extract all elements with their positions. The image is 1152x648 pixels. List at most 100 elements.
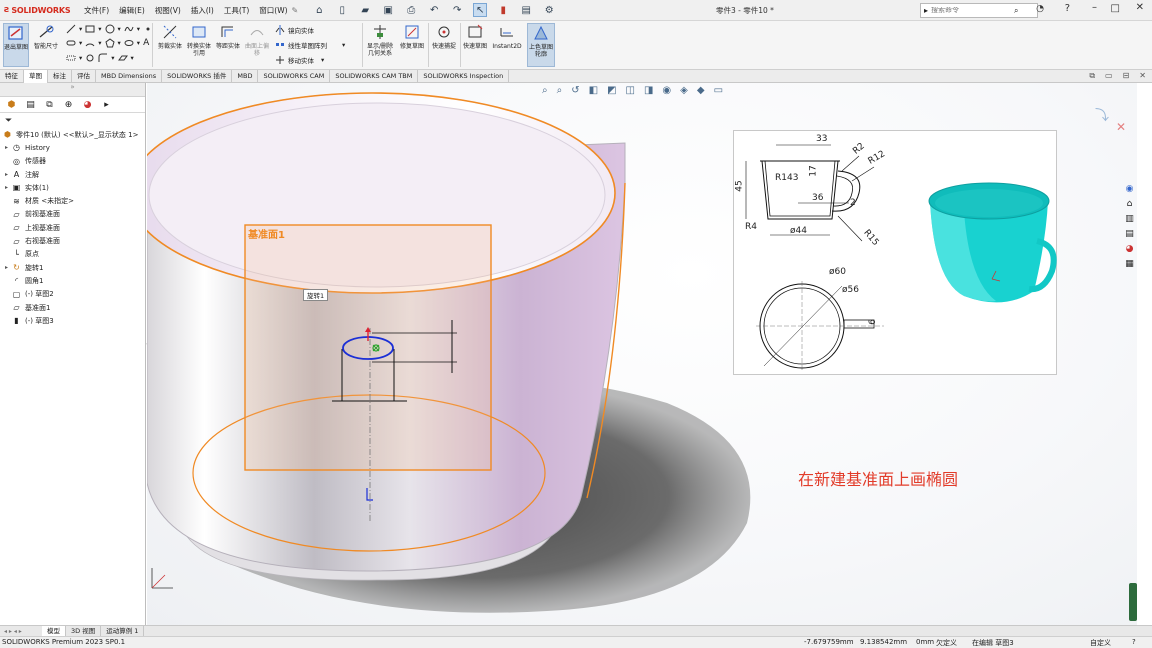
tab-motion-study[interactable]: 运动算例 1 <box>101 625 145 637</box>
tab-evaluate[interactable]: 评估 <box>72 70 96 83</box>
tab-mbd-dimensions[interactable]: MBD Dimensions <box>96 70 163 83</box>
close-doc-icon[interactable]: ✕ <box>1139 71 1146 81</box>
configuration-tab-icon[interactable]: ⧉ <box>43 98 56 111</box>
tree-root[interactable]: ⬢ 零件10 (默认) <<默认>_显示状态 1> <box>2 128 145 141</box>
help-icon[interactable]: ? <box>1132 638 1136 646</box>
move-entities-button[interactable]: 移动实体 ▾ <box>275 55 324 65</box>
tree-item-plane1[interactable]: ▱ 基准面1 <box>2 301 145 314</box>
menu-window[interactable]: 窗口(W) <box>259 5 287 16</box>
appearances-icon[interactable]: ◕ <box>1124 243 1136 255</box>
more-tabs-icon[interactable]: ▸ <box>100 98 113 111</box>
arc-tools[interactable]: ▾ ▾ ▾ ▾ A <box>66 38 149 48</box>
tree-item-sensors[interactable]: ◎ 传感器 <box>2 155 145 168</box>
status-units[interactable]: 自定义 <box>1090 638 1111 648</box>
minimize-icon[interactable]: – <box>1092 2 1097 13</box>
shaded-sketch-contours-button[interactable]: 上色草图轮廓 <box>527 23 555 67</box>
tab-features[interactable]: 特征 <box>0 70 24 83</box>
restore-doc-icon[interactable]: ⧉ <box>1089 71 1095 81</box>
user-icon[interactable]: ◔ <box>1036 4 1044 14</box>
property-manager-tab-icon[interactable]: ▤ <box>24 98 37 111</box>
tree-item-right-plane[interactable]: ▱ 右视基准面 <box>2 234 145 247</box>
solidworks-logo[interactable]: ƨ SOLIDWORKS <box>0 5 76 15</box>
menu-file[interactable]: 文件(F) <box>84 5 109 16</box>
redo-icon[interactable]: ↷ <box>450 3 464 17</box>
plane1-label[interactable]: 基准面1 <box>248 226 285 241</box>
dimxpert-tab-icon[interactable]: ⊕ <box>62 98 75 111</box>
menu-tools[interactable]: 工具(T) <box>224 5 249 16</box>
tree-item-sketch2[interactable]: ▢ (-) 草图2 <box>2 288 145 301</box>
pin-icon[interactable]: ✎ <box>292 6 299 15</box>
view-palette-icon[interactable]: ▤ <box>1124 228 1136 240</box>
home-icon[interactable]: ⌂ <box>312 3 326 17</box>
select-arrow-icon[interactable]: ↖ <box>473 3 488 17</box>
exit-sketch-button[interactable]: 退出草图 <box>3 23 29 67</box>
display-manager-tab-icon[interactable]: ◕ <box>81 98 94 111</box>
dropdown-icon[interactable]: ▾ <box>342 41 345 49</box>
search-input[interactable] <box>931 7 1012 14</box>
filter-icon[interactable]: ⏷ <box>0 113 145 128</box>
menu-insert[interactable]: 插入(I) <box>191 5 214 16</box>
tab-model[interactable]: 模型 <box>42 625 66 637</box>
tree-item-sketch3[interactable]: ▮ (-) 草图3 <box>2 314 145 327</box>
tree-item-history[interactable]: ▸ ◷ History <box>2 141 145 154</box>
tab-sketch[interactable]: 草图 <box>24 70 48 83</box>
display-delete-relations-button[interactable]: 显示/删除几何关系 <box>364 23 396 67</box>
tree-item-front-plane[interactable]: ▱ 前视基准面 <box>2 208 145 221</box>
tree-item-solid-bodies[interactable]: ▸ ▣ 实体(1) <box>2 181 145 194</box>
file-properties-icon[interactable]: ▤ <box>519 3 533 17</box>
open-folder-icon[interactable]: ▰ <box>358 3 372 17</box>
solidworks-resources-icon[interactable]: ◉ <box>1124 183 1136 195</box>
tab-solidworks-cam[interactable]: SOLIDWORKS CAM <box>258 70 331 83</box>
mirror-entities-button[interactable]: 镜向实体 <box>275 25 314 35</box>
tree-item-revolve1[interactable]: ▸ ↻ 旋转1 <box>2 261 145 274</box>
performance-handle[interactable] <box>1129 583 1137 621</box>
linear-pattern-button[interactable]: 线性草图阵列 ▾ <box>275 40 345 50</box>
tile-doc-icon[interactable]: ▭ <box>1105 71 1113 81</box>
tree-item-material[interactable]: ≋ 材质 <未指定> <box>2 194 145 207</box>
tab-mbd[interactable]: MBD <box>232 70 259 83</box>
trim-entities-button[interactable]: 剪裁实体 <box>156 23 184 67</box>
new-document-icon[interactable]: ▯ <box>335 3 349 17</box>
tree-item-annotations[interactable]: ▸ A 注解 <box>2 168 145 181</box>
maximize-icon[interactable]: □ <box>1111 3 1120 14</box>
menu-edit[interactable]: 编辑(E) <box>119 5 145 16</box>
close-icon[interactable]: ✕ <box>1136 2 1144 13</box>
tab-scroll-icon[interactable]: ◂ ▸ ◂ ▸ <box>0 628 42 635</box>
cancel-sketch-icon[interactable]: ✕ <box>1116 120 1126 134</box>
dropdown-icon[interactable]: ▾ <box>321 56 324 64</box>
quick-snaps-button[interactable]: 快速捕捉 <box>430 23 458 67</box>
options-gear-icon[interactable]: ⚙ <box>542 3 556 17</box>
feature-tree-tab-icon[interactable]: ⬢ <box>5 98 18 111</box>
panel-grip[interactable]: » <box>0 83 145 97</box>
custom-properties-icon[interactable]: ▦ <box>1124 258 1136 270</box>
help-icon[interactable]: ? <box>1065 3 1070 14</box>
line-tools[interactable]: ▾ ▾ ▾ ▾ <box>66 24 153 34</box>
repair-sketch-button[interactable]: 修复草图 <box>398 23 426 67</box>
tree-item-origin[interactable]: └ 原点 <box>2 248 145 261</box>
tab-solidworks-cam-tbm[interactable]: SOLIDWORKS CAM TBM <box>330 70 419 83</box>
offset-entities-button[interactable]: 等距实体 <box>214 23 242 67</box>
tab-solidworks-addins[interactable]: SOLIDWORKS 插件 <box>162 70 233 83</box>
search-icon[interactable]: ⌕ <box>1014 6 1018 16</box>
tree-item-top-plane[interactable]: ▱ 上视基准面 <box>2 221 145 234</box>
smart-dimension-button[interactable]: 智能尺寸 <box>32 23 60 67</box>
file-explorer-icon[interactable]: ▥ <box>1124 213 1136 225</box>
print-icon[interactable]: ⎙ <box>404 3 418 17</box>
offset-on-surface-button[interactable]: 曲面上偏移 <box>243 23 271 67</box>
convert-entities-button[interactable]: 转换实体引用 <box>185 23 213 67</box>
rapid-sketch-button[interactable]: 快速草图 <box>461 23 489 67</box>
minimize-doc-icon[interactable]: ⊟ <box>1123 71 1130 81</box>
rebuild-icon[interactable]: ▮ <box>496 3 510 17</box>
confirmation-corner-icon[interactable]: ⤵ <box>1095 105 1109 125</box>
menu-view[interactable]: 视图(V) <box>155 5 181 16</box>
undo-icon[interactable]: ↶ <box>427 3 441 17</box>
command-search[interactable]: ▸ ⌕ <box>920 3 1038 18</box>
plane1-rectangle[interactable] <box>244 224 492 471</box>
tab-3d-views[interactable]: 3D 视图 <box>66 625 102 637</box>
tab-solidworks-inspection[interactable]: SOLIDWORKS Inspection <box>418 70 510 83</box>
tree-item-fillet1[interactable]: ◜ 圆角1 <box>2 274 145 287</box>
save-icon[interactable]: ▣ <box>381 3 395 17</box>
fillet-tools[interactable]: ▾ ▾ ▾ <box>66 53 134 63</box>
instant2d-button[interactable]: Instant2D <box>490 23 524 67</box>
tab-markup[interactable]: 标注 <box>48 70 72 83</box>
